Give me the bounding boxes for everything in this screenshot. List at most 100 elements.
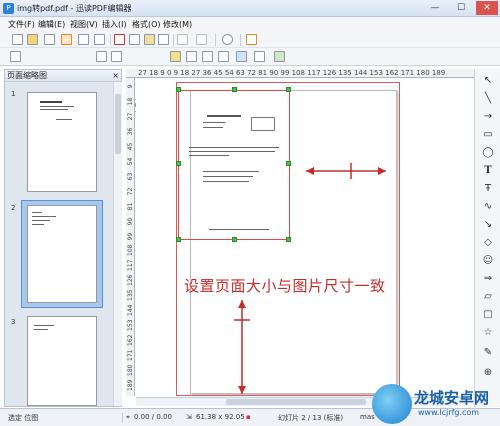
block-arrows-icon[interactable]: ⇒ [482, 273, 494, 285]
format-paintbrush-icon[interactable] [158, 34, 169, 45]
horizontal-arrow-annotation [306, 163, 386, 179]
minimize-button[interactable]: — [424, 1, 446, 15]
cut-icon[interactable] [114, 34, 125, 45]
ruler-tick: 9 [127, 84, 134, 89]
scroll-thumb[interactable] [226, 399, 366, 405]
menu-edit[interactable]: 编辑(E) [38, 19, 65, 30]
ruler-tick: 18 [127, 97, 134, 106]
panel-scrollbar[interactable] [113, 82, 122, 406]
menu-format[interactable]: 格式(O) [132, 19, 161, 30]
size-icon: ⇲ [186, 413, 192, 421]
menu-view[interactable]: 视图(V) [70, 19, 98, 30]
flowchart-icon[interactable]: ▱ [482, 291, 494, 303]
stars-icon[interactable]: ☆ [482, 327, 494, 339]
menu-file[interactable]: 文件(F) [8, 19, 35, 30]
ruler-tick: 90 [127, 217, 134, 226]
ruler-tick: 54 [127, 157, 134, 166]
crop-icon[interactable] [218, 51, 229, 62]
ruler-tick: 135 [127, 289, 134, 301]
ruler-tick: 63 [127, 172, 134, 181]
title-bar: P img转pdf.pdf - 迅读PDF编辑器 — ☐ ✕ [0, 0, 500, 17]
status-size: 61.38 x 92.05 [196, 413, 245, 421]
page-number: 2 [11, 204, 16, 212]
page-thumbnail-3[interactable] [27, 316, 97, 406]
styles-icon[interactable] [10, 51, 21, 62]
menu-insert[interactable]: 插入(I) [102, 19, 127, 30]
refresh-icon[interactable] [246, 34, 257, 45]
format-toolbar: 标准 ▼ 0 % [0, 48, 500, 112]
undo-icon[interactable] [177, 34, 188, 45]
shadow-icon[interactable] [186, 51, 197, 62]
resize-handle[interactable] [176, 237, 181, 242]
ruler-tick: 81 [127, 202, 134, 211]
page-thumbnail-1[interactable] [27, 92, 97, 192]
ruler-tick: 27 [127, 112, 134, 121]
window-title: img转pdf.pdf - 迅读PDF编辑器 [17, 4, 132, 13]
arrange-icon[interactable] [202, 51, 213, 62]
select-arrow-icon[interactable]: ↖ [482, 75, 494, 87]
main-toolbar [0, 31, 500, 48]
vertical-text-icon[interactable]: Ŧ [482, 183, 494, 195]
connector-tool-icon[interactable]: ↘ [482, 219, 494, 231]
menu-modify[interactable]: 修改(M) [163, 19, 192, 30]
callout-icon[interactable]: ▢ [482, 309, 494, 321]
align-icon[interactable] [254, 51, 265, 62]
ellipse-tool-icon[interactable]: ◯ [482, 147, 494, 159]
resize-handle[interactable] [176, 161, 181, 166]
zoom-icon[interactable] [222, 34, 233, 45]
panel-header: 页面缩略图 × [5, 70, 121, 82]
resize-handle[interactable] [286, 87, 291, 92]
ruler-tick: 108 [127, 244, 134, 256]
position-icon: ⌖ [126, 413, 130, 421]
resize-handle[interactable] [286, 237, 291, 242]
ruler-tick: 171 [127, 349, 134, 361]
arrow-line-icon[interactable]: → [482, 111, 494, 123]
site-watermark: 龙城安卓网 www.lcjrfg.com [372, 384, 500, 426]
watermark-name: 龙城安卓网 [414, 389, 490, 407]
status-slide: 幻灯片 2 / 13 (标准) [278, 414, 344, 422]
resize-handle[interactable] [232, 87, 237, 92]
rotate-icon[interactable] [111, 51, 122, 62]
ruler-tick: 117 [127, 259, 134, 271]
print-icon[interactable] [78, 34, 89, 45]
line-style-icon[interactable] [96, 51, 107, 62]
text-tool-icon[interactable]: T [482, 165, 494, 177]
scroll-thumb[interactable] [115, 94, 121, 154]
ruler-tick: 36 [127, 127, 134, 136]
points-edit-icon[interactable]: ✎ [482, 347, 494, 359]
glue-points-icon[interactable]: ⊕ [482, 367, 494, 379]
redo-icon[interactable] [196, 34, 207, 45]
ruler-tick: 72 [127, 187, 134, 196]
basic-shapes-icon[interactable]: ◇ [482, 237, 494, 249]
ruler-tick: 153 [127, 319, 134, 331]
thumbnail-list: 1 2 3 [5, 82, 113, 406]
panel-close-icon[interactable]: × [112, 70, 119, 82]
group-icon[interactable] [274, 51, 285, 62]
export-icon[interactable] [44, 34, 55, 45]
pdf-export-icon[interactable] [61, 34, 72, 45]
vertical-ruler: 9 18 27 36 45 54 63 72 81 90 99 108 117 … [126, 78, 135, 396]
resize-handle[interactable] [176, 87, 181, 92]
resize-handle[interactable] [232, 237, 237, 242]
print-preview-icon[interactable] [94, 34, 105, 45]
open-folder-icon[interactable] [27, 34, 38, 45]
paste-icon[interactable] [144, 34, 155, 45]
new-document-icon[interactable] [12, 34, 23, 45]
drawing-toolbar: ↖ ╲ → ▭ ◯ T Ŧ ∿ ↘ ◇ ☺ ⇒ ▱ ▢ ☆ ✎ ⊕ [474, 69, 500, 407]
copy-icon[interactable] [129, 34, 140, 45]
rectangle-tool-icon[interactable]: ▭ [482, 129, 494, 141]
page-number: 3 [11, 318, 16, 326]
status-mode: 选定 位图 [8, 414, 39, 422]
curve-tool-icon[interactable]: ∿ [482, 201, 494, 213]
close-button[interactable]: ✕ [476, 1, 498, 15]
annotation-text: 设置页面大小与图片尺寸一致 [184, 277, 386, 295]
app-icon: P [3, 3, 14, 14]
page-thumbnail-2-selected[interactable] [21, 200, 103, 308]
menu-bar: 文件(F) 编辑(E) 视图(V) 插入(I) 格式(O) 修改(M) [0, 17, 500, 31]
fill-icon[interactable] [170, 51, 181, 62]
ruler-tick: 144 [127, 304, 134, 316]
line-tool-icon[interactable]: ╲ [482, 93, 494, 105]
maximize-button[interactable]: ☐ [450, 1, 472, 15]
object-icon[interactable] [236, 51, 247, 62]
symbol-shapes-icon[interactable]: ☺ [482, 255, 494, 267]
